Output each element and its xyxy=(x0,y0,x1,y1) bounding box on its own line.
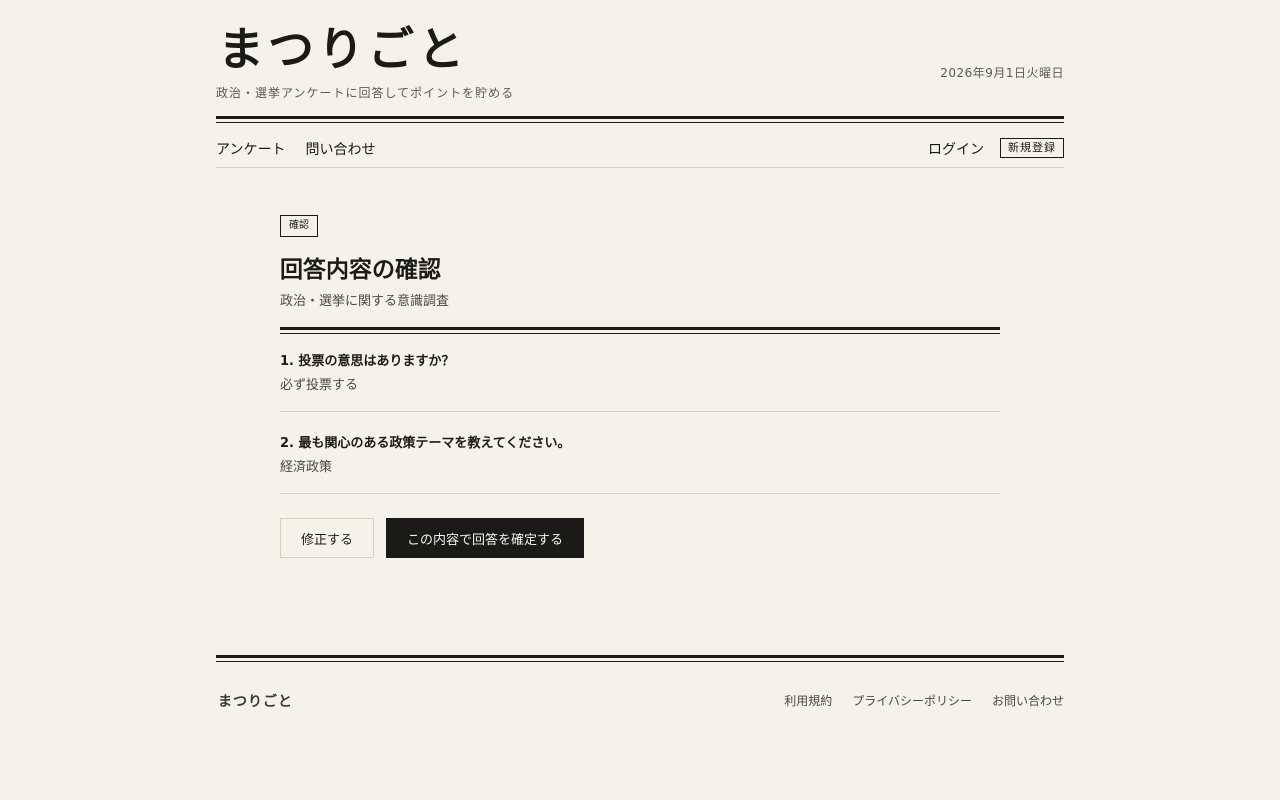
register-button[interactable]: 新規登録 xyxy=(1000,137,1064,158)
survey-name: 政治・選挙に関する意識調査 xyxy=(280,294,450,309)
section-divider xyxy=(280,327,1000,334)
site-tagline: 政治・選挙アンケートに回答してポイントを貯める xyxy=(216,86,515,100)
edit-button[interactable]: 修正する xyxy=(280,518,375,558)
confirm-submit-button[interactable]: この内容で回答を確定する xyxy=(386,518,585,558)
status-badge: 確認 xyxy=(280,215,318,237)
footer-link-contact[interactable]: お問い合わせ xyxy=(992,692,1064,709)
site-logo[interactable]: まつりごと xyxy=(218,26,468,72)
main-nav: アンケート 問い合わせ ログイン 新規登録 xyxy=(216,119,1064,168)
footer-links: 利用規約 プライバシーポリシー お問い合わせ xyxy=(784,692,1064,709)
current-date: 2026年9月1日火曜日 xyxy=(940,66,1064,80)
answer-text: 必ず投票する xyxy=(280,378,359,393)
form-actions: 修正する この内容で回答を確定する xyxy=(280,518,1000,558)
question-text: 2. 最も関心のある政策テーマを教えてください。 xyxy=(280,436,571,451)
nav-links: アンケート 問い合わせ xyxy=(216,139,375,159)
answer-item: 1. 投票の意思はありますか？ 必ず投票する xyxy=(280,330,1000,412)
nav-link-contact[interactable]: 問い合わせ xyxy=(305,139,375,159)
page-container: まつりごと 政治・選挙アンケートに回答してポイントを貯める 2026年9月1日火… xyxy=(216,0,1064,558)
footer-link-privacy[interactable]: プライバシーポリシー xyxy=(852,692,972,709)
account-links: ログイン 新規登録 xyxy=(928,136,1064,159)
page-title: 回答内容の確認 xyxy=(280,256,441,283)
site-footer: まつりごと 利用規約 プライバシーポリシー お問い合わせ xyxy=(216,655,1064,711)
answer-item: 2. 最も関心のある政策テーマを教えてください。 経済政策 xyxy=(280,412,1000,494)
answer-text: 経済政策 xyxy=(280,460,333,475)
login-link[interactable]: ログイン xyxy=(928,139,984,159)
footer-link-terms[interactable]: 利用規約 xyxy=(784,692,832,709)
footer-row: まつりごと 利用規約 プライバシーポリシー お問い合わせ xyxy=(216,658,1064,711)
question-text: 1. 投票の意思はありますか？ xyxy=(280,354,455,369)
nav-link-surveys[interactable]: アンケート xyxy=(216,139,285,159)
footer-logo[interactable]: まつりごと xyxy=(218,691,293,711)
site-header: まつりごと 政治・選挙アンケートに回答してポイントを貯める 2026年9月1日火… xyxy=(216,0,1064,116)
confirm-section: 確認 回答内容の確認 政治・選挙に関する意識調査 1. 投票の意思はありますか？… xyxy=(280,168,1000,558)
